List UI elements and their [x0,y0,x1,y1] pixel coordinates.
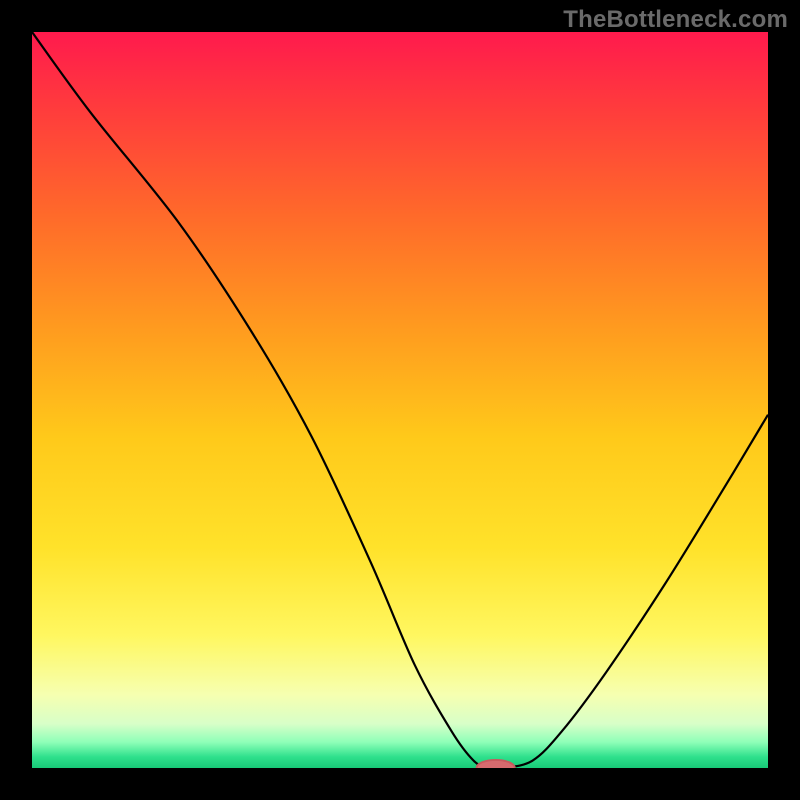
attribution-text: TheBottleneck.com [563,6,788,34]
bottleneck-plot [32,32,768,768]
gradient-background [32,32,768,768]
chart-frame: TheBottleneck.com [0,0,800,800]
